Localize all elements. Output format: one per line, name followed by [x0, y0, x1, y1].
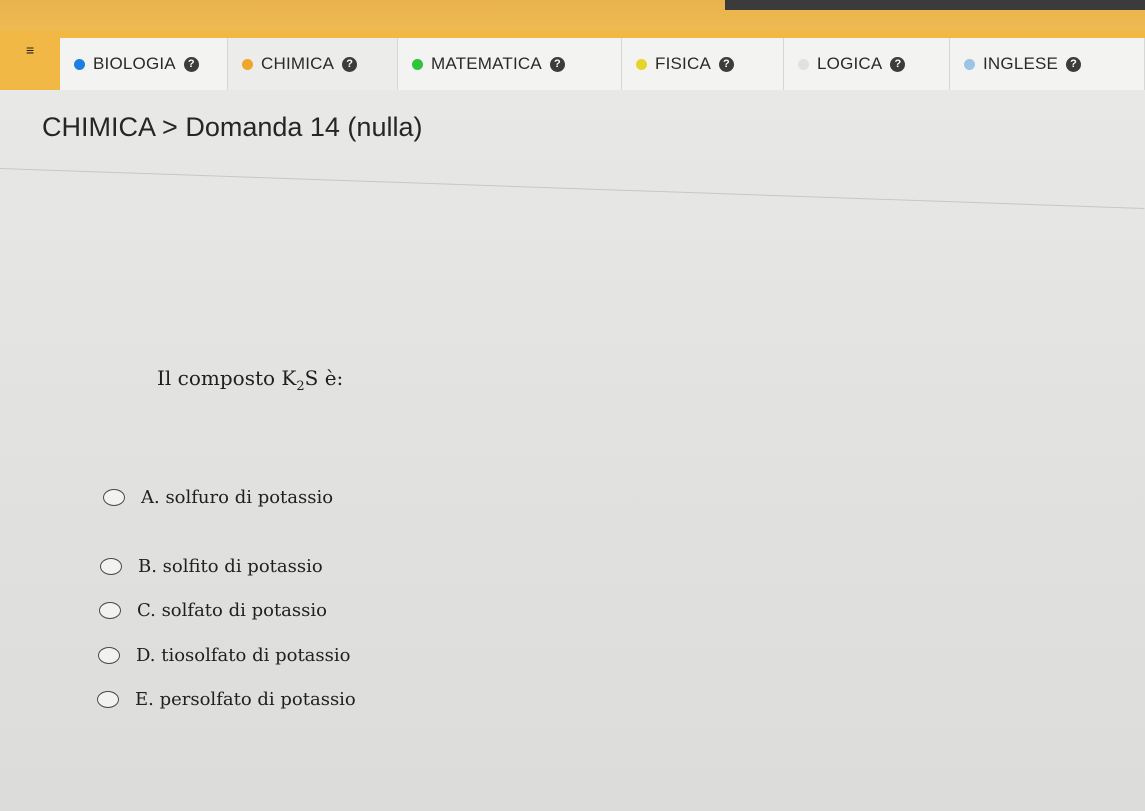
- question-prefix: Il composto: [157, 366, 276, 390]
- info-icon: ?: [719, 56, 734, 72]
- inglese-dot: [964, 58, 975, 70]
- matematica-dot: [412, 58, 423, 70]
- option-d[interactable]: D. tiosolfato di potassio: [98, 645, 350, 666]
- info-icon: ?: [342, 56, 358, 72]
- option-label: A. solfuro di potassio: [141, 487, 334, 508]
- info-icon: ?: [1066, 56, 1082, 72]
- tab-label: BIOLOGIA: [93, 54, 176, 73]
- tab-label: FISICA: [655, 54, 711, 73]
- tab-matematica[interactable]: MATEMATICA ?: [398, 38, 622, 90]
- radio-button[interactable]: [99, 602, 121, 619]
- radio-button[interactable]: [98, 647, 120, 664]
- radio-button[interactable]: [97, 691, 119, 708]
- question-suffix: è:: [324, 366, 344, 390]
- option-b[interactable]: B. solfito di potassio: [100, 556, 323, 577]
- breadcrumb-separator: >: [162, 112, 178, 142]
- tab-fisica[interactable]: FISICA ?: [622, 38, 784, 90]
- breadcrumb: CHIMICA > Domanda 14 (nulla): [42, 112, 422, 143]
- info-icon: ?: [890, 56, 906, 72]
- option-a[interactable]: A. solfuro di potassio: [103, 487, 333, 508]
- option-e[interactable]: E. persolfato di potassio: [97, 689, 356, 710]
- option-label: C. solfato di potassio: [137, 600, 327, 621]
- question-formula: K2S: [281, 366, 319, 394]
- tab-biologia[interactable]: BIOLOGIA ?: [60, 38, 228, 90]
- tab-inglese[interactable]: INGLESE ?: [950, 38, 1145, 90]
- tab-label: INGLESE: [983, 54, 1059, 73]
- hamburger-icon[interactable]: ≡: [26, 42, 42, 58]
- breadcrumb-subject[interactable]: CHIMICA: [42, 112, 155, 142]
- radio-button[interactable]: [100, 558, 122, 575]
- tab-chimica[interactable]: CHIMICA ?: [228, 38, 398, 90]
- option-label: D. tiosolfato di potassio: [136, 645, 351, 666]
- breadcrumb-question: Domanda 14 (nulla): [185, 112, 423, 142]
- info-icon: ?: [549, 56, 565, 72]
- formula-subscript: 2: [296, 379, 305, 394]
- tab-label: LOGICA: [817, 54, 883, 73]
- formula-end: S: [304, 366, 319, 390]
- info-icon: ?: [183, 56, 199, 72]
- tab-label: MATEMATICA: [431, 54, 542, 73]
- tab-logica[interactable]: LOGICA ?: [784, 38, 950, 90]
- fisica-dot: [636, 58, 647, 70]
- tab-label: CHIMICA: [261, 54, 335, 73]
- option-c[interactable]: C. solfato di potassio: [99, 600, 327, 621]
- radio-button[interactable]: [103, 489, 125, 506]
- top-band: [0, 0, 1145, 30]
- question-text: Il composto K2S è:: [157, 366, 343, 394]
- logica-dot: [798, 58, 809, 70]
- option-label: B. solfito di potassio: [138, 556, 323, 577]
- chimica-dot: [242, 58, 253, 70]
- biologia-dot: [74, 58, 85, 70]
- option-label: E. persolfato di potassio: [135, 689, 356, 710]
- formula-main: K: [281, 366, 297, 390]
